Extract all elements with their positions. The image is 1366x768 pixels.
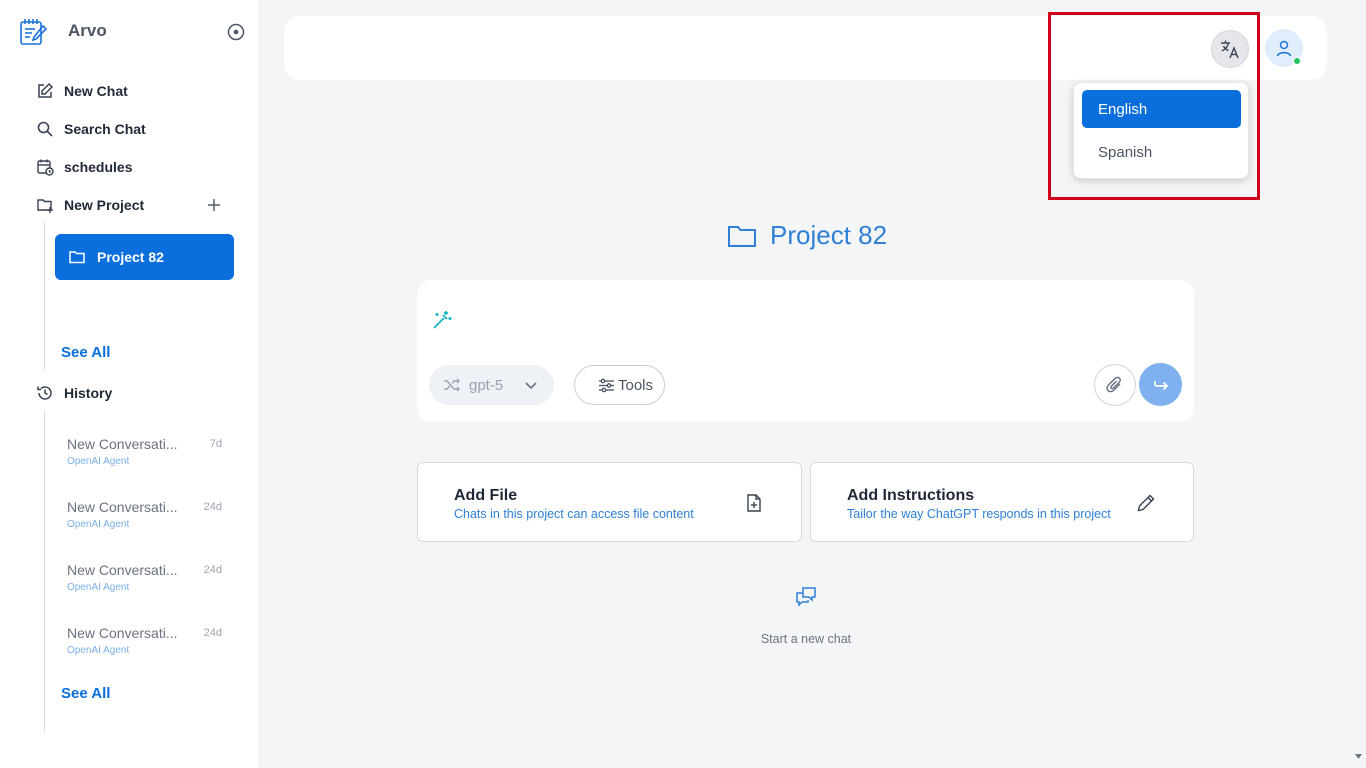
nav-new-chat-label: New Chat — [64, 83, 128, 99]
chat-bubbles-icon — [794, 585, 818, 609]
history-item-agent: OpenAI Agent — [67, 519, 130, 530]
history-item-title: New Conversati... — [67, 625, 178, 641]
search-icon — [36, 120, 54, 138]
sidebar-toggle-icon[interactable] — [226, 22, 246, 42]
send-arrow-icon — [1152, 376, 1170, 394]
add-project-plus-icon[interactable] — [206, 197, 222, 213]
model-select[interactable]: gpt-5 — [429, 365, 554, 405]
nav-new-project[interactable]: New Project — [36, 193, 144, 217]
tools-button[interactable]: Tools — [574, 365, 665, 405]
paperclip-icon — [1105, 375, 1125, 395]
history-item-title: New Conversati... — [67, 499, 178, 515]
nav-history-label: History — [64, 385, 113, 401]
history-item[interactable]: New Conversati... OpenAI Agent 24d — [67, 499, 227, 539]
calendar-clock-icon — [36, 158, 54, 176]
history-see-all-link[interactable]: See All — [61, 685, 110, 702]
online-status-dot — [1293, 57, 1301, 65]
history-item-agent: OpenAI Agent — [67, 456, 130, 467]
history-item-age: 24d — [203, 501, 222, 513]
edit-icon — [36, 82, 54, 100]
add-instructions-card[interactable]: Add Instructions Tailor the way ChatGPT … — [810, 462, 1194, 542]
shuffle-icon — [443, 376, 461, 394]
history-item[interactable]: New Conversati... OpenAI Agent 24d — [67, 562, 227, 602]
empty-state: Start a new chat — [700, 585, 912, 646]
nav-history[interactable]: History — [36, 381, 112, 405]
user-icon — [1274, 38, 1294, 58]
magic-wand-icon — [431, 309, 453, 331]
scrollbar[interactable] — [1351, 0, 1366, 768]
chevron-down-icon — [523, 377, 539, 393]
history-tree-line — [44, 410, 45, 732]
nav-schedules[interactable]: schedules — [36, 155, 132, 179]
history-item[interactable]: New Conversati... OpenAI Agent 7d — [67, 436, 227, 476]
project-item-active[interactable]: Project 82 — [55, 234, 234, 280]
empty-state-text: Start a new chat — [760, 632, 852, 646]
sidebar: Arvo New Chat Search Chat schedules New … — [0, 0, 260, 768]
history-item-title: New Conversati... — [67, 562, 178, 578]
nav-search-chat-label: Search Chat — [64, 121, 146, 137]
project-tree-line — [44, 222, 45, 370]
language-menu: English Spanish — [1073, 82, 1249, 179]
project-title-text: Project 82 — [770, 220, 888, 250]
brand[interactable]: Arvo — [18, 16, 107, 46]
file-plus-icon — [744, 493, 764, 513]
history-item-age: 24d — [203, 627, 222, 639]
send-button[interactable] — [1139, 363, 1182, 406]
history-item[interactable]: New Conversati... OpenAI Agent 24d — [67, 625, 227, 665]
project-item-label: Project 82 — [97, 249, 164, 265]
history-item-age: 7d — [209, 438, 222, 450]
add-file-card[interactable]: Add File Chats in this project can acces… — [417, 462, 802, 542]
sliders-icon — [598, 377, 615, 394]
app-name: Arvo — [68, 21, 107, 40]
language-option-english[interactable]: English — [1082, 90, 1241, 128]
language-option-label: Spanish — [1098, 143, 1153, 161]
add-file-subtitle: Chats in this project can access file co… — [454, 507, 694, 521]
nav-schedules-label: schedules — [64, 159, 133, 175]
nav-new-chat[interactable]: New Chat — [36, 79, 128, 103]
folder-icon — [727, 222, 757, 250]
project-title: Project 82 — [727, 220, 887, 251]
folder-plus-icon — [36, 196, 54, 214]
history-item-age: 24d — [203, 564, 222, 576]
model-select-value: gpt-5 — [469, 376, 504, 394]
history-icon — [36, 384, 54, 402]
tools-button-label: Tools — [618, 376, 654, 394]
pencil-icon — [1136, 493, 1156, 513]
language-option-spanish[interactable]: Spanish — [1082, 133, 1241, 171]
nav-new-project-label: New Project — [64, 197, 145, 213]
language-option-label: English — [1098, 100, 1148, 118]
add-instructions-title: Add Instructions — [847, 487, 975, 504]
history-item-title: New Conversati... — [67, 436, 178, 452]
attach-button[interactable] — [1094, 364, 1136, 406]
add-file-title: Add File — [454, 487, 518, 504]
add-instructions-subtitle: Tailor the way ChatGPT responds in this … — [847, 507, 1111, 521]
history-item-agent: OpenAI Agent — [67, 582, 130, 593]
scroll-down-arrow-icon[interactable] — [1355, 754, 1362, 760]
projects-see-all-link[interactable]: See All — [61, 344, 110, 361]
history-item-agent: OpenAI Agent — [67, 645, 130, 656]
folder-icon — [68, 248, 86, 266]
notepad-logo-icon — [18, 16, 48, 46]
nav-search-chat[interactable]: Search Chat — [36, 117, 146, 141]
